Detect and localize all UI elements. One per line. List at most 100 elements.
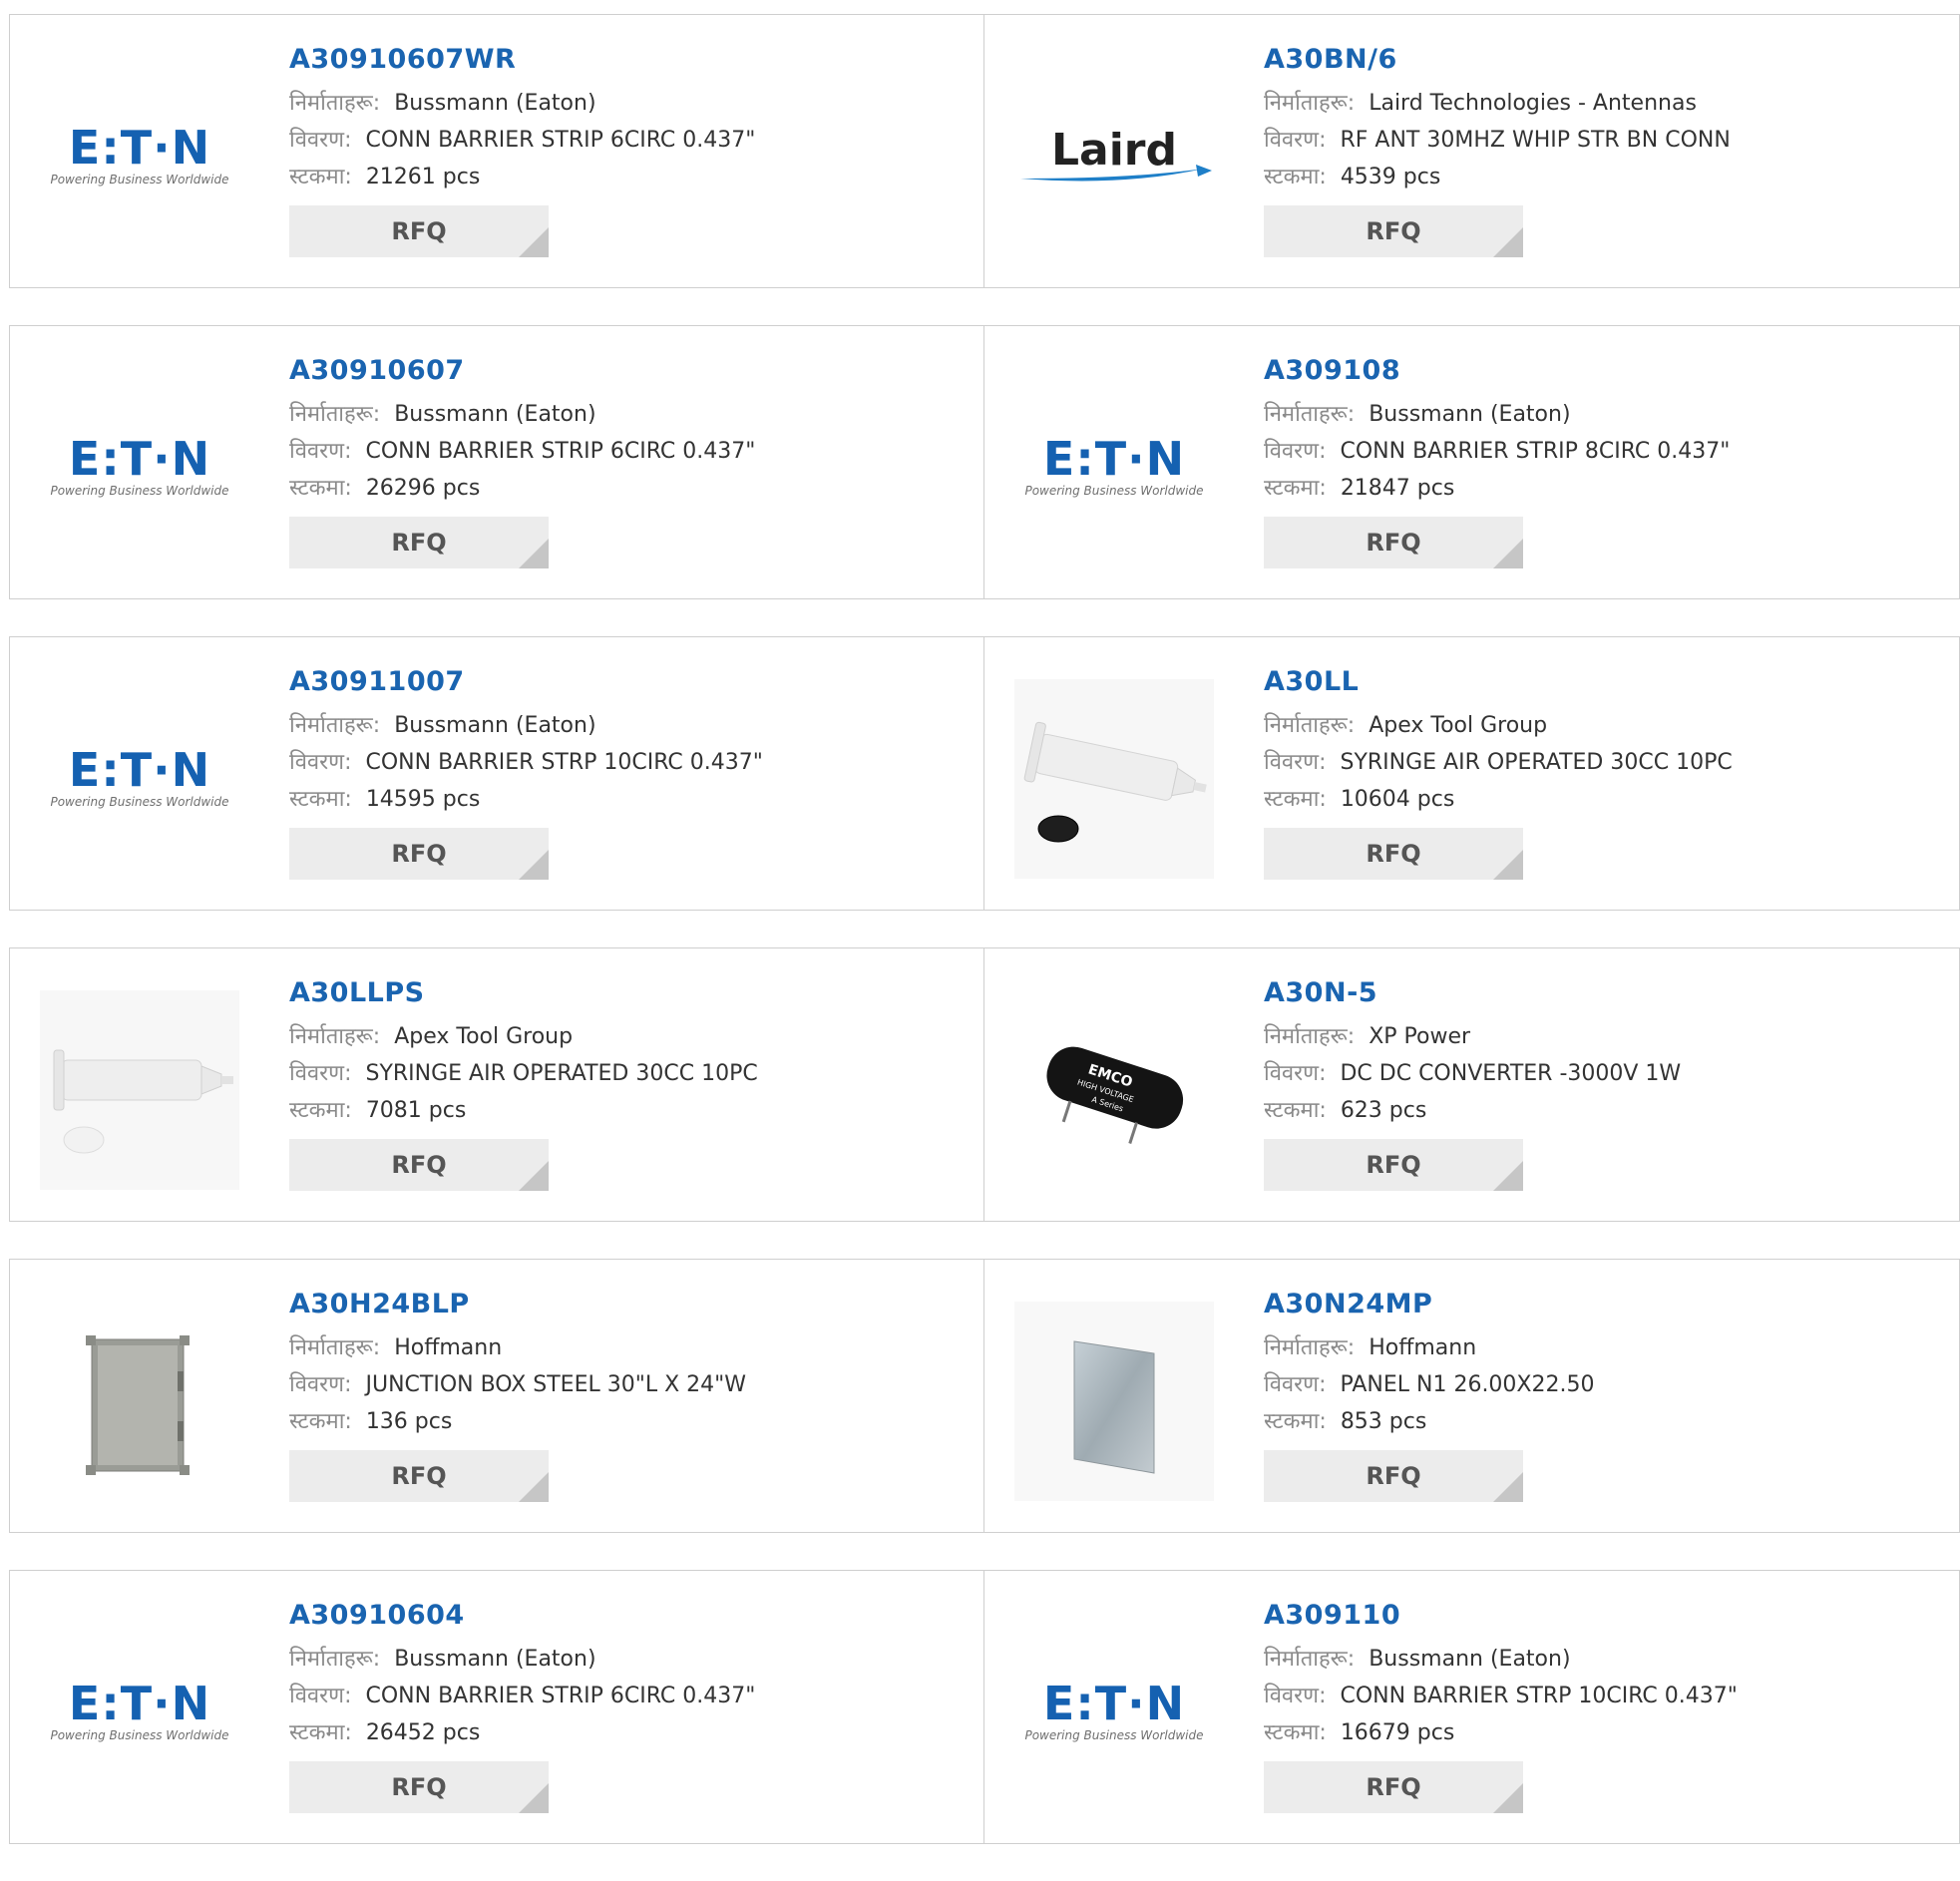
description-row: विवरण: SYRINGE AIR OPERATED 30CC 10PC — [1264, 744, 1939, 781]
stock-value: 21261 pcs — [365, 165, 481, 189]
description-label: विवरण: — [289, 1372, 352, 1397]
product-card: E:T·N Powering Business Worldwide A309106… — [9, 1570, 984, 1844]
part-number-link[interactable]: A30LLPS — [289, 976, 964, 1010]
eaton-logo-tagline: Powering Business Worldwide — [1024, 484, 1203, 498]
part-number-link[interactable]: A30911007 — [289, 665, 964, 699]
product-image[interactable]: E:T·N Powering Business Worldwide — [40, 1613, 239, 1812]
product-image[interactable]: E:T·N Powering Business Worldwide — [1014, 1613, 1214, 1812]
part-number-link[interactable]: A30N24MP — [1264, 1288, 1939, 1321]
product-image[interactable]: E:T·N Powering Business Worldwide — [40, 57, 239, 256]
product-grid: E:T·N Powering Business Worldwide A309106… — [9, 14, 1960, 1881]
rfq-button[interactable]: RFQ — [289, 1761, 549, 1813]
manufacturer-value: Apex Tool Group — [394, 1024, 574, 1049]
product-image[interactable]: E:T·N Powering Business Worldwide — [40, 679, 239, 879]
eaton-logo-wordmark: E:T·N — [69, 433, 210, 486]
product-row: E:T·N Powering Business Worldwide A309106… — [9, 14, 1960, 288]
part-number-link[interactable]: A30BN/6 — [1264, 43, 1939, 77]
description-row: विवरण: CONN BARRIER STRIP 6CIRC 0.437" — [289, 122, 964, 159]
stock-value: 21847 pcs — [1340, 476, 1455, 501]
corner-triangle-icon — [519, 1161, 549, 1191]
rfq-button[interactable]: RFQ — [289, 828, 549, 880]
description-row: विवरण: RF ANT 30MHZ WHIP STR BN CONN — [1264, 122, 1939, 159]
product-image[interactable] — [40, 990, 239, 1190]
product-image[interactable]: Laird — [1014, 57, 1214, 256]
eaton-logo-tagline: Powering Business Worldwide — [50, 484, 228, 498]
eaton-logo-wordmark: E:T·N — [1043, 1678, 1185, 1730]
stock-label: स्टकमा: — [289, 476, 352, 501]
description-value: CONN BARRIER STRP 10CIRC 0.437" — [365, 750, 763, 775]
description-value: SYRINGE AIR OPERATED 30CC 10PC — [365, 1061, 758, 1086]
manufacturer-label: निर्माताहरू: — [289, 91, 381, 116]
part-number-link[interactable]: A30910604 — [289, 1599, 964, 1633]
stock-label: स्टकमा: — [1264, 1409, 1327, 1434]
product-image[interactable] — [40, 1302, 239, 1501]
product-row: A30H24BLP निर्माताहरू: Hoffmann विवरण: JUN… — [9, 1259, 1960, 1533]
product-image[interactable] — [1014, 1302, 1214, 1501]
description-label: विवरण: — [289, 1061, 352, 1086]
product-row: E:T·N Powering Business Worldwide A309106… — [9, 1570, 1960, 1844]
part-number-link[interactable]: A309110 — [1264, 1599, 1939, 1633]
corner-triangle-icon — [1493, 1161, 1523, 1191]
description-label: विवरण: — [1264, 1372, 1327, 1397]
rfq-button[interactable]: RFQ — [1264, 828, 1523, 880]
rfq-button[interactable]: RFQ — [289, 1139, 549, 1191]
product-info: A309110 निर्माताहरू: Bussmann (Eaton) विव… — [1264, 1599, 1939, 1813]
product-image[interactable] — [1014, 679, 1214, 879]
eaton-logo-icon: E:T·NPowering Business Worldwide — [50, 744, 228, 809]
eaton-logo-wordmark: E:T·N — [69, 744, 210, 797]
eaton-logo-icon: E:T·NPowering Business Worldwide — [1024, 433, 1203, 498]
part-number-link[interactable]: A30LL — [1264, 665, 1939, 699]
stock-row: स्टकमा: 21261 pcs — [289, 159, 964, 195]
corner-triangle-icon — [1493, 539, 1523, 568]
stock-value: 16679 pcs — [1340, 1720, 1455, 1745]
stock-value: 853 pcs — [1340, 1409, 1427, 1434]
description-value: DC DC CONVERTER -3000V 1W — [1340, 1061, 1682, 1086]
part-number-link[interactable]: A30910607WR — [289, 43, 964, 77]
manufacturer-label: निर्माताहरू: — [1264, 91, 1356, 116]
description-row: विवरण: JUNCTION BOX STEEL 30"L X 24"W — [289, 1366, 964, 1403]
product-image[interactable]: E:T·N Powering Business Worldwide — [40, 368, 239, 567]
manufacturer-row: निर्माताहरू: Apex Tool Group — [289, 1018, 964, 1055]
syringe-icon — [40, 990, 239, 1190]
rfq-button[interactable]: RFQ — [289, 517, 549, 568]
rfq-button[interactable]: RFQ — [1264, 1139, 1523, 1191]
stock-row: स्टकमा: 14595 pcs — [289, 781, 964, 818]
rfq-button-label: RFQ — [1366, 1773, 1421, 1801]
eaton-logo-icon: E:T·NPowering Business Worldwide — [50, 1678, 228, 1742]
description-value: RF ANT 30MHZ WHIP STR BN CONN — [1340, 128, 1731, 153]
description-row: विवरण: CONN BARRIER STRP 10CIRC 0.437" — [1264, 1678, 1939, 1714]
rfq-button[interactable]: RFQ — [289, 205, 549, 257]
description-value: CONN BARRIER STRIP 6CIRC 0.437" — [365, 439, 756, 464]
rfq-button[interactable]: RFQ — [289, 1450, 549, 1502]
product-info: A30911007 निर्माताहरू: Bussmann (Eaton) व… — [289, 665, 964, 880]
rfq-button-label: RFQ — [391, 1773, 447, 1801]
product-image[interactable]: E:T·N Powering Business Worldwide — [1014, 368, 1214, 567]
rfq-button[interactable]: RFQ — [1264, 1450, 1523, 1502]
rfq-button[interactable]: RFQ — [1264, 1761, 1523, 1813]
steel-panel-icon — [1014, 1302, 1214, 1501]
manufacturer-row: निर्माताहरू: Hoffmann — [289, 1329, 964, 1366]
eaton-logo-tagline: Powering Business Worldwide — [50, 795, 228, 809]
part-number-link[interactable]: A309108 — [1264, 354, 1939, 388]
corner-triangle-icon — [1493, 850, 1523, 880]
part-number-link[interactable]: A30H24BLP — [289, 1288, 964, 1321]
product-image[interactable]: EMCO HIGH VOLTAGE A Series — [1014, 990, 1214, 1190]
rfq-button-label: RFQ — [391, 840, 447, 868]
rfq-button-label: RFQ — [1366, 840, 1421, 868]
description-row: विवरण: CONN BARRIER STRP 10CIRC 0.437" — [289, 744, 964, 781]
corner-triangle-icon — [519, 539, 549, 568]
stock-label: स्टकमा: — [289, 165, 352, 189]
stock-row: स्टकमा: 10604 pcs — [1264, 781, 1939, 818]
eaton-logo-tagline: Powering Business Worldwide — [50, 1728, 228, 1742]
part-number-link[interactable]: A30910607 — [289, 354, 964, 388]
description-label: विवरण: — [1264, 128, 1327, 153]
rfq-button[interactable]: RFQ — [1264, 517, 1523, 568]
rfq-button[interactable]: RFQ — [1264, 205, 1523, 257]
rfq-button-label: RFQ — [391, 529, 447, 557]
product-card: E:T·N Powering Business Worldwide A309106… — [9, 14, 984, 288]
part-number-link[interactable]: A30N-5 — [1264, 976, 1939, 1010]
manufacturer-label: निर्माताहरू: — [1264, 1647, 1356, 1672]
eaton-logo-icon: E:T·NPowering Business Worldwide — [1024, 1678, 1203, 1742]
laird-logo-wordmark: Laird — [1051, 125, 1177, 176]
stock-value: 623 pcs — [1340, 1098, 1427, 1123]
